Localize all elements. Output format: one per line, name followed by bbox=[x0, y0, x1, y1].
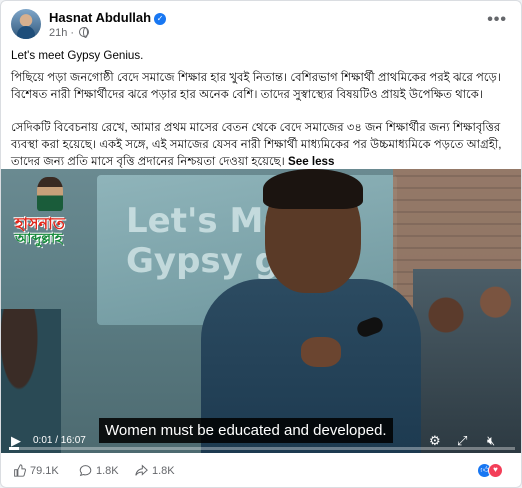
logo-figure bbox=[37, 177, 63, 211]
see-less-link[interactable]: See less bbox=[288, 155, 334, 168]
like-count: 79.1K bbox=[30, 465, 59, 477]
post-card: Hasnat Abdullah ✓ 21h · ••• Let's meet Gy… bbox=[0, 0, 522, 488]
love-reaction-icon: ♥ bbox=[488, 463, 503, 478]
video-player[interactable]: Let's Me Gypsy gen হাসনাত আব্দুল্লাহ Wom… bbox=[1, 169, 521, 453]
avatar[interactable] bbox=[11, 9, 41, 39]
post-paragraph-1: পিছিয়ে পড়া জনগোষ্ঠী বেদে সমাজে শিক্ষার… bbox=[11, 71, 502, 101]
reactions-summary[interactable]: 👍︎ ♥ bbox=[477, 463, 513, 479]
audience-right bbox=[413, 269, 521, 453]
post-paragraph-2: সেদিকটি বিবেচনায় রেখে, আমার প্রথম মাসের… bbox=[11, 119, 509, 170]
logo-text-2: আব্দুল্লাহ bbox=[15, 230, 63, 246]
share-count: 1.8K bbox=[152, 465, 175, 477]
post-intro: Let's meet Gypsy Genius. bbox=[11, 49, 144, 62]
video-progress-bar[interactable] bbox=[9, 447, 515, 450]
verified-badge-icon: ✓ bbox=[154, 13, 167, 25]
post-meta: 21h · bbox=[49, 27, 90, 39]
channel-logo: হাসনাত আব্দুল্লাহ bbox=[15, 177, 87, 247]
comment-count: 1.8K bbox=[96, 465, 119, 477]
like-icon bbox=[14, 464, 26, 477]
author-name[interactable]: Hasnat Abdullah bbox=[49, 10, 151, 25]
share-action[interactable]: 1.8K bbox=[135, 464, 175, 477]
more-options-icon[interactable]: ••• bbox=[487, 11, 507, 29]
globe-icon bbox=[79, 27, 90, 38]
speaker-hair bbox=[263, 169, 363, 209]
post-header: Hasnat Abdullah ✓ 21h · ••• bbox=[11, 9, 511, 43]
share-icon bbox=[135, 464, 148, 476]
author-line: Hasnat Abdullah ✓ bbox=[49, 10, 167, 25]
like-action[interactable]: 79.1K bbox=[13, 464, 59, 477]
video-progress-fill bbox=[9, 447, 20, 450]
speaker-hand bbox=[301, 337, 341, 367]
comment-icon bbox=[79, 465, 92, 477]
post-time[interactable]: 21h bbox=[49, 27, 67, 39]
comment-action[interactable]: 1.8K bbox=[79, 464, 119, 477]
video-time: 0:01 / 16:07 bbox=[33, 435, 86, 446]
post-footer: 79.1K 1.8K 1.8K 👍︎ ♥ bbox=[1, 453, 521, 487]
post-paragraph-2-text: সেদিকটি বিবেচনায় রেখে, আমার প্রথম মাসের… bbox=[11, 121, 502, 168]
